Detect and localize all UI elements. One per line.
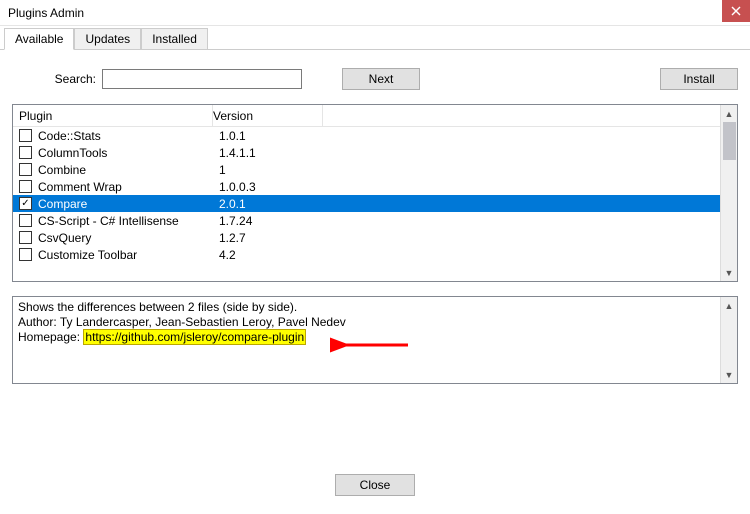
description-homepage: Homepage: https://github.com/jsleroy/com… [18, 330, 715, 345]
description-line1: Shows the differences between 2 files (s… [18, 300, 715, 315]
plugin-name: Combine [38, 163, 219, 177]
column-header-version[interactable]: Version [213, 105, 323, 126]
plugin-version: 1.7.24 [219, 214, 329, 228]
titlebar: Plugins Admin [0, 0, 750, 26]
homepage-link[interactable]: https://github.com/jsleroy/compare-plugi… [83, 329, 306, 345]
checkbox[interactable] [19, 163, 32, 176]
desc-scrollbar[interactable]: ▲ ▼ [720, 297, 737, 383]
plugin-name: CS-Script - C# Intellisense [38, 214, 219, 228]
tab-installed[interactable]: Installed [141, 28, 208, 49]
close-button[interactable]: Close [335, 474, 415, 496]
plugin-version: 1.4.1.1 [219, 146, 329, 160]
table-row[interactable]: CS-Script - C# Intellisense1.7.24 [13, 212, 720, 229]
plugin-version: 1.0.0.3 [219, 180, 329, 194]
table-row[interactable]: ColumnTools1.4.1.1 [13, 144, 720, 161]
checkbox[interactable] [19, 248, 32, 261]
scroll-up-icon[interactable]: ▲ [721, 297, 737, 314]
tab-updates[interactable]: Updates [74, 28, 141, 49]
table-row[interactable]: CsvQuery1.2.7 [13, 229, 720, 246]
column-header-plugin[interactable]: Plugin [13, 105, 213, 126]
plugin-version: 4.2 [219, 248, 329, 262]
checkbox[interactable] [19, 129, 32, 142]
window-close-button[interactable] [722, 0, 750, 22]
window-title: Plugins Admin [8, 6, 84, 20]
list-body: Code::Stats1.0.1ColumnTools1.4.1.1Combin… [13, 127, 720, 263]
plugin-version: 2.0.1 [219, 197, 329, 211]
plugin-name: Customize Toolbar [38, 248, 219, 262]
plugin-name: ColumnTools [38, 146, 219, 160]
tabs: Available Updates Installed [0, 28, 750, 50]
plugin-name: CsvQuery [38, 231, 219, 245]
scroll-down-icon[interactable]: ▼ [721, 366, 737, 383]
checkbox[interactable]: ✓ [19, 197, 32, 210]
toolbar: Search: Next Install [0, 50, 750, 104]
table-row[interactable]: Customize Toolbar4.2 [13, 246, 720, 263]
footer: Close [0, 474, 750, 496]
scroll-up-icon[interactable]: ▲ [721, 105, 737, 122]
plugin-version: 1.2.7 [219, 231, 329, 245]
checkbox[interactable] [19, 231, 32, 244]
close-icon [731, 6, 741, 16]
checkbox[interactable] [19, 180, 32, 193]
plugin-version: 1.0.1 [219, 129, 329, 143]
table-row[interactable]: ✓ Compare2.0.1 [13, 195, 720, 212]
plugins-admin-window: Plugins Admin Available Updates Installe… [0, 0, 750, 514]
scroll-thumb[interactable] [723, 122, 736, 160]
next-button[interactable]: Next [342, 68, 420, 90]
description-text: Shows the differences between 2 files (s… [13, 297, 720, 383]
scrollbar[interactable]: ▲ ▼ [720, 105, 737, 281]
description-author: Author: Ty Landercasper, Jean-Sebastien … [18, 315, 715, 330]
table-row[interactable]: Code::Stats1.0.1 [13, 127, 720, 144]
checkbox[interactable] [19, 146, 32, 159]
search-input[interactable] [102, 69, 302, 89]
plugin-name: Comment Wrap [38, 180, 219, 194]
description-panel: Shows the differences between 2 files (s… [12, 296, 738, 384]
scroll-down-icon[interactable]: ▼ [721, 264, 737, 281]
plugin-list: Plugin Version Code::Stats1.0.1ColumnToo… [12, 104, 738, 282]
table-row[interactable]: Comment Wrap1.0.0.3 [13, 178, 720, 195]
list-header: Plugin Version [13, 105, 720, 127]
checkbox[interactable] [19, 214, 32, 227]
install-button[interactable]: Install [660, 68, 738, 90]
plugin-name: Compare [38, 197, 219, 211]
tab-available[interactable]: Available [4, 28, 74, 50]
plugin-version: 1 [219, 163, 329, 177]
table-row[interactable]: Combine1 [13, 161, 720, 178]
plugin-name: Code::Stats [38, 129, 219, 143]
search-label: Search: [12, 72, 102, 86]
